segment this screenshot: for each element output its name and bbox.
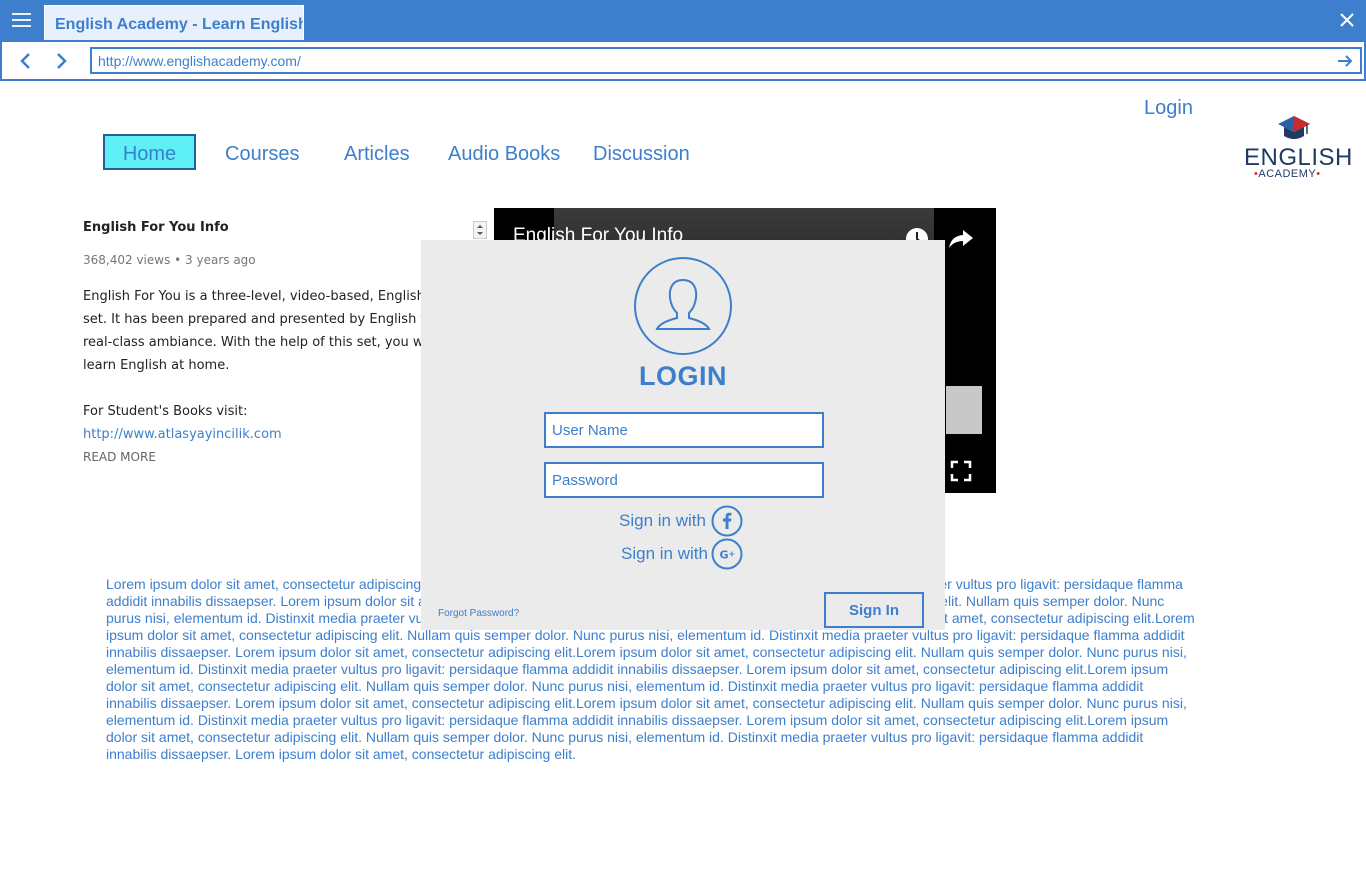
fullscreen-icon[interactable] xyxy=(950,460,972,482)
svg-text:+: + xyxy=(729,550,736,559)
graduation-cap-icon xyxy=(1278,116,1310,139)
books-link[interactable]: http://www.atlasyayincilik.com xyxy=(83,423,423,446)
address-bar xyxy=(0,40,1366,81)
google-plus-icon: G + xyxy=(711,538,743,570)
hamburger-menu-icon[interactable] xyxy=(12,13,31,27)
user-avatar-icon xyxy=(634,257,732,355)
password-input[interactable] xyxy=(544,462,824,498)
login-link[interactable]: Login xyxy=(1144,97,1193,120)
username-input[interactable] xyxy=(544,412,824,448)
sign-in-button[interactable]: Sign In xyxy=(824,592,924,628)
read-more-link[interactable]: READ MORE xyxy=(83,450,423,464)
nav-discussion[interactable]: Discussion xyxy=(593,134,690,170)
forgot-password-link[interactable]: Forgot Password? xyxy=(438,608,519,619)
google-signin[interactable]: Sign in with G + xyxy=(621,538,745,570)
scroll-arrows-icon[interactable] xyxy=(473,221,487,239)
close-icon[interactable] xyxy=(1336,9,1358,31)
forward-icon[interactable] xyxy=(52,51,70,71)
svg-text:G: G xyxy=(720,549,729,562)
url-input[interactable] xyxy=(90,47,1362,74)
browser-titlebar: English Academy - Learn English xyxy=(0,0,1366,40)
nav-home[interactable]: Home xyxy=(103,134,196,170)
video-meta: 368,402 views • 3 years ago xyxy=(83,253,256,267)
go-arrow-icon[interactable] xyxy=(1336,52,1354,70)
video-overlay-strip xyxy=(946,386,982,434)
logo-subtitle: •ACADEMY• xyxy=(1254,168,1321,180)
video-description: English For You is a three-level, video-… xyxy=(83,289,423,373)
share-icon[interactable] xyxy=(946,226,976,252)
nav-audio-books[interactable]: Audio Books xyxy=(448,134,560,170)
facebook-signin[interactable]: Sign in with xyxy=(619,505,745,537)
login-modal: LOGIN Sign in with Sign in with G + Forg… xyxy=(421,240,945,630)
facebook-signin-label: Sign in with xyxy=(619,511,706,530)
browser-tab[interactable]: English Academy - Learn English xyxy=(44,5,304,40)
facebook-icon xyxy=(711,505,743,537)
video-info-title: English For You Info xyxy=(83,220,229,235)
english-academy-logo[interactable]: ENGLISH •ACADEMY• xyxy=(1240,112,1352,184)
nav-courses[interactable]: Courses xyxy=(225,134,299,170)
back-icon[interactable] xyxy=(17,51,35,71)
books-label: For Student's Books visit: xyxy=(83,404,248,419)
google-signin-label: Sign in with xyxy=(621,544,708,563)
video-info: English For You Info 368,402 views • 3 y… xyxy=(83,220,423,464)
nav-articles[interactable]: Articles xyxy=(344,134,410,170)
login-title: LOGIN xyxy=(639,361,727,391)
